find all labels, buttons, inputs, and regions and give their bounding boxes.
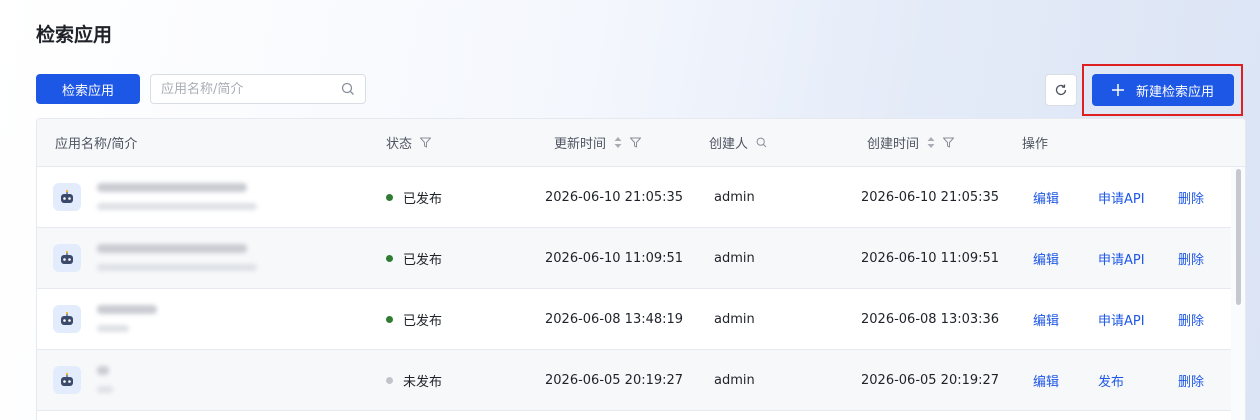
status-dot xyxy=(386,193,393,201)
new-button-label: 新建检索应用 xyxy=(1135,84,1214,100)
updated-cell: 2026-06-08 13:48:19 xyxy=(545,311,684,327)
table-row: 未发布 2026-06-05 20:19:27 admin 2026-06-05… xyxy=(37,350,1245,411)
created-cell: 2026-06-05 20:19:27 xyxy=(861,372,1000,388)
creator-cell: admin xyxy=(714,250,755,266)
page-title: 检索应用 xyxy=(36,24,113,46)
table-body: 已发布 2026-06-10 21:05:35 admin 2026-06-10… xyxy=(37,167,1245,411)
creator-cell: admin xyxy=(714,189,755,205)
status-text: 已发布 xyxy=(403,191,443,207)
robot-icon xyxy=(53,366,81,394)
edit-link[interactable]: 编辑 xyxy=(1033,350,1059,410)
app-desc-redacted xyxy=(97,203,257,210)
apply-api-link[interactable]: 申请API xyxy=(1098,289,1145,349)
header-actions: 操作 xyxy=(1022,137,1049,152)
status-cell: 已发布 xyxy=(386,167,442,227)
sort-icon[interactable] xyxy=(614,137,622,148)
refresh-button[interactable] xyxy=(1045,74,1077,106)
table-row: 已发布 2026-06-10 21:05:35 admin 2026-06-10… xyxy=(37,167,1245,228)
edit-link[interactable]: 编辑 xyxy=(1033,167,1059,227)
status-cell: 未发布 xyxy=(386,350,442,410)
status-dot xyxy=(386,376,393,384)
status-text: 未发布 xyxy=(403,374,443,390)
app-desc-redacted xyxy=(97,264,257,271)
header-status: 状态 xyxy=(386,133,432,152)
status-dot xyxy=(386,254,393,262)
updated-cell: 2026-06-10 21:05:35 xyxy=(545,189,684,205)
edit-link[interactable]: 编辑 xyxy=(1033,228,1059,288)
created-cell: 2026-06-08 13:03:36 xyxy=(861,311,1000,327)
robot-icon xyxy=(53,183,81,211)
publish-link[interactable]: 发布 xyxy=(1098,350,1124,410)
app-table: 应用名称/简介 状态 更新时间 创建人 创建时间 操作 已发布 2026-06-… xyxy=(36,118,1246,420)
edit-link[interactable]: 编辑 xyxy=(1033,289,1059,349)
retrieval-app-button[interactable]: 检索应用 xyxy=(36,74,140,104)
status-cell: 已发布 xyxy=(386,289,442,349)
app-desc-redacted xyxy=(97,386,113,393)
toolbar: 检索应用 xyxy=(36,74,366,104)
status-text: 已发布 xyxy=(403,252,443,268)
header-name: 应用名称/简介 xyxy=(55,137,138,152)
robot-icon xyxy=(53,244,81,272)
table-row: 已发布 2026-06-10 11:09:51 admin 2026-06-10… xyxy=(37,228,1245,289)
table-header: 应用名称/简介 状态 更新时间 创建人 创建时间 操作 xyxy=(37,119,1245,167)
app-name-redacted xyxy=(97,305,157,314)
header-created: 创建时间 xyxy=(867,133,955,152)
status-dot xyxy=(386,315,393,323)
delete-link[interactable]: 删除 xyxy=(1178,228,1204,288)
creator-cell: admin xyxy=(714,311,755,327)
updated-cell: 2026-06-10 11:09:51 xyxy=(545,250,684,266)
creator-cell: admin xyxy=(714,372,755,388)
apply-api-link[interactable]: 申请API xyxy=(1098,167,1145,227)
created-cell: 2026-06-10 21:05:35 xyxy=(861,189,1000,205)
sort-icon[interactable] xyxy=(927,137,935,148)
filter-icon[interactable] xyxy=(420,137,432,148)
delete-link[interactable]: 删除 xyxy=(1178,167,1204,227)
scrollbar-thumb[interactable] xyxy=(1236,169,1241,305)
filter-icon[interactable] xyxy=(630,137,642,148)
robot-icon xyxy=(53,305,81,333)
app-name-redacted xyxy=(97,183,247,192)
search-input[interactable] xyxy=(161,81,321,97)
search-icon[interactable] xyxy=(756,137,767,148)
updated-cell: 2026-06-05 20:19:27 xyxy=(545,372,684,388)
new-retrieval-app-button[interactable]: 新建检索应用 xyxy=(1092,74,1234,106)
delete-link[interactable]: 删除 xyxy=(1178,350,1204,410)
app-desc-redacted xyxy=(97,325,129,332)
delete-link[interactable]: 删除 xyxy=(1178,289,1204,349)
header-creator: 创建人 xyxy=(709,133,767,152)
refresh-icon xyxy=(1054,83,1068,97)
header-updated: 更新时间 xyxy=(554,133,642,152)
app-name-redacted xyxy=(97,366,109,375)
filter-icon[interactable] xyxy=(943,137,955,148)
status-text: 已发布 xyxy=(403,313,443,329)
search-field[interactable] xyxy=(150,74,366,104)
table-row: 已发布 2026-06-08 13:48:19 admin 2026-06-08… xyxy=(37,289,1245,350)
status-cell: 已发布 xyxy=(386,228,442,288)
app-name-redacted xyxy=(97,244,247,253)
plus-icon xyxy=(1111,84,1124,96)
created-cell: 2026-06-10 11:09:51 xyxy=(861,250,1000,266)
search-icon[interactable] xyxy=(341,82,355,96)
apply-api-link[interactable]: 申请API xyxy=(1098,228,1145,288)
